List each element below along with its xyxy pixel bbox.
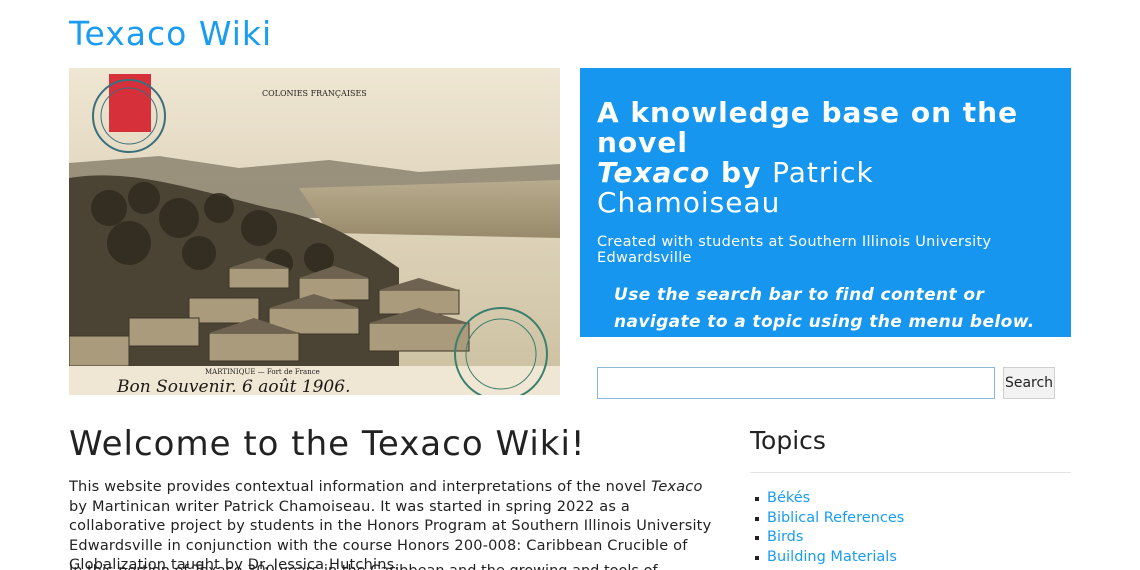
second-paragraph: In this portion of Texaco 300 years in t…	[69, 562, 714, 570]
topics-divider	[750, 472, 1071, 473]
hero-heading-intro: A knowledge base on the novel	[597, 96, 1019, 159]
svg-text:COLONIES FRANÇAISES: COLONIES FRANÇAISES	[262, 89, 367, 98]
search-form: Search	[597, 367, 1055, 400]
hero-postcard-image: COLONIES FRANÇAISES MARTINIQUE — Fort de…	[69, 68, 560, 395]
site-title-link[interactable]: Texaco Wiki	[69, 14, 272, 53]
hero-heading-novel: Texaco	[597, 156, 711, 189]
hero-heading-by: by	[721, 156, 762, 189]
intro-text-after: by Martinican writer Patrick Chamoiseau.…	[69, 498, 712, 570]
hero-instruction: Use the search bar to find content or na…	[614, 285, 1035, 332]
page-title: Welcome to the Texaco Wiki!	[69, 424, 586, 464]
search-label: Search	[597, 350, 646, 366]
topic-link-building-materials[interactable]: Building Materials	[767, 549, 897, 565]
hero-heading: A knowledge base on the novel Texaco by …	[597, 98, 1054, 218]
list-item: Biblical References	[754, 509, 904, 529]
list-item: Békés	[754, 489, 904, 509]
hero-subtitle: Created with students at Southern Illino…	[597, 234, 992, 266]
intro-novel-title: Texaco	[651, 479, 703, 495]
topic-link-birds[interactable]: Birds	[767, 529, 803, 545]
list-item: Birds	[754, 528, 904, 548]
topic-link-bekes[interactable]: Békés	[767, 490, 810, 506]
search-input[interactable]	[597, 367, 995, 399]
topics-heading: Topics	[750, 426, 826, 455]
list-item: Building Materials	[754, 548, 904, 568]
search-button[interactable]: Search	[1003, 367, 1055, 399]
topic-link-biblical-references[interactable]: Biblical References	[767, 510, 904, 526]
svg-text:MARTINIQUE — Fort de France: MARTINIQUE — Fort de France	[205, 368, 320, 376]
svg-text:Bon Souvenir. 6 août 1906.: Bon Souvenir. 6 août 1906.	[116, 377, 350, 395]
topics-list: Békés Biblical References Birds Building…	[754, 489, 904, 568]
intro-text-before: This website provides contextual informa…	[69, 479, 652, 495]
hero-info-panel: A knowledge base on the novel Texaco by …	[580, 68, 1071, 399]
intro-paragraph: This website provides contextual informa…	[69, 478, 714, 570]
